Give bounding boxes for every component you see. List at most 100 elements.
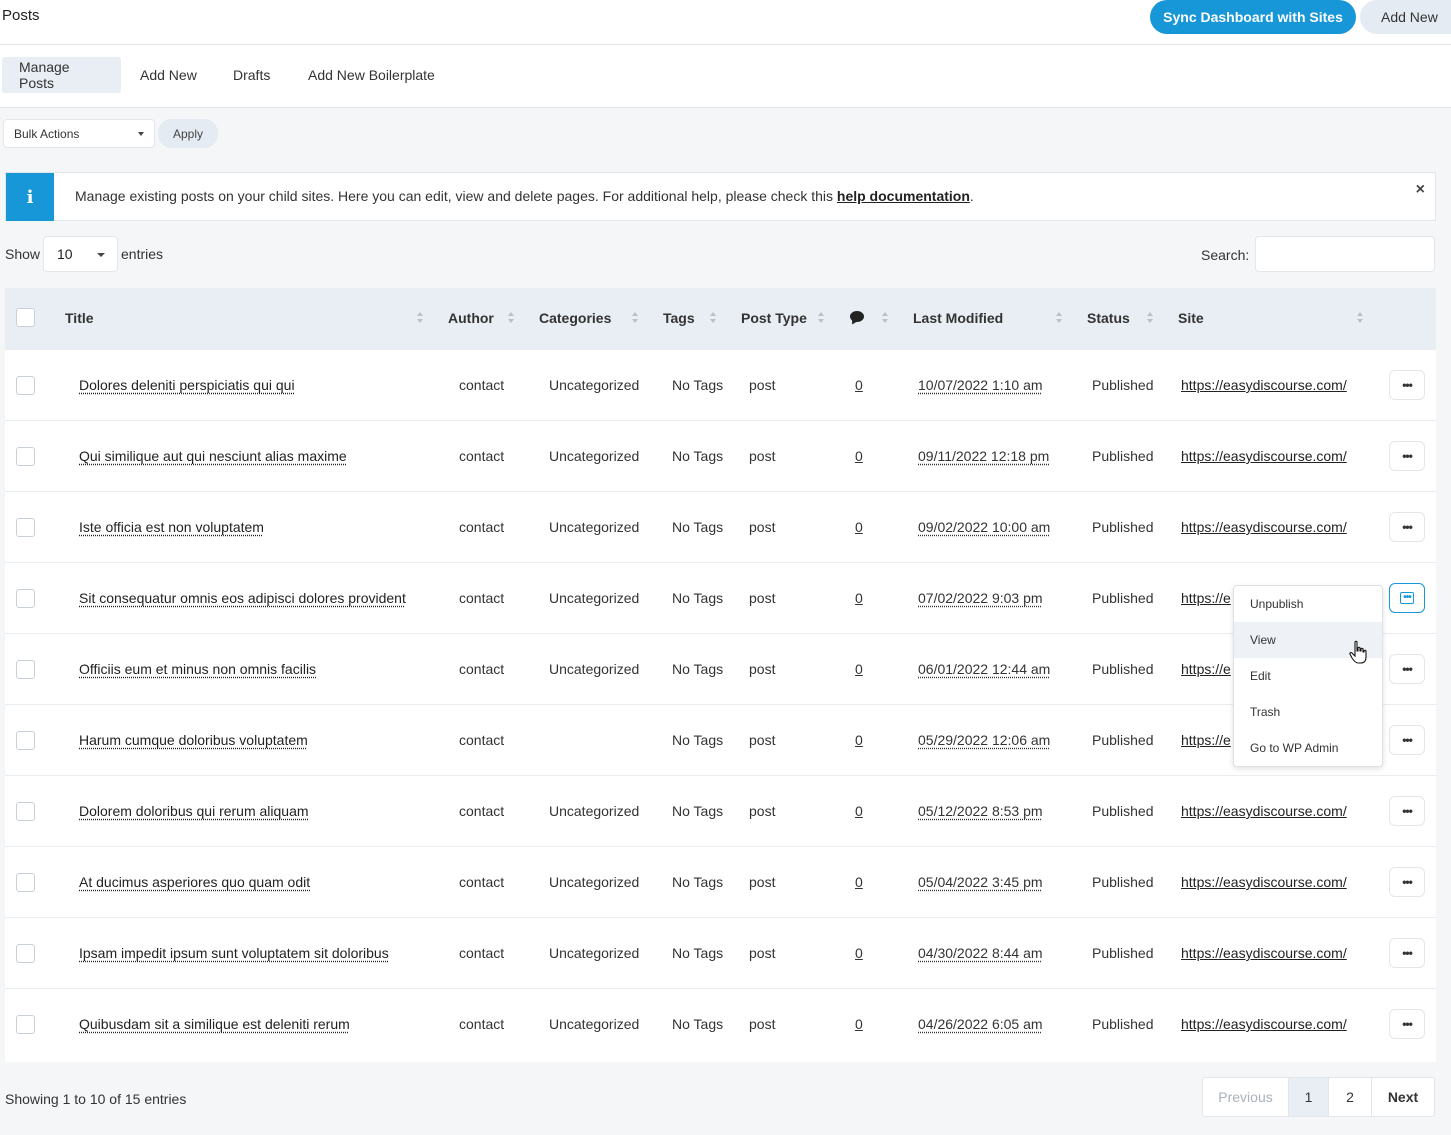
post-tags: No Tags	[672, 874, 724, 890]
column-title[interactable]: Title	[65, 310, 94, 326]
site-link[interactable]: https://e	[1181, 661, 1231, 677]
post-author: contact	[459, 448, 505, 464]
entries-per-page-select[interactable]: 10	[43, 236, 118, 272]
tab-add-new[interactable]: Add New	[123, 57, 214, 93]
post-title-link[interactable]: Quibusdam sit a similique est deleniti r…	[79, 1016, 350, 1032]
info-notice: i Manage existing posts on your child si…	[5, 172, 1436, 221]
post-author: contact	[459, 803, 505, 819]
post-title-link[interactable]: Ipsam impedit ipsum sunt voluptatem sit …	[79, 945, 389, 961]
row-actions-button[interactable]: •••	[1389, 654, 1425, 684]
comment-count-link[interactable]: 0	[855, 803, 863, 819]
row-checkbox[interactable]	[16, 1015, 35, 1034]
sync-dashboard-button[interactable]: Sync Dashboard with Sites	[1150, 0, 1356, 34]
select-all-checkbox[interactable]	[16, 308, 35, 327]
sort-icon[interactable]	[417, 312, 423, 324]
comment-count-link[interactable]: 0	[855, 874, 863, 890]
caret-down-icon	[97, 253, 105, 257]
site-link[interactable]: https://easydiscourse.com/	[1181, 1016, 1347, 1032]
row-checkbox[interactable]	[16, 376, 35, 395]
hand-pointer-icon	[1349, 640, 1367, 664]
site-link[interactable]: https://easydiscourse.com/	[1181, 803, 1347, 819]
comment-count-link[interactable]: 0	[855, 945, 863, 961]
site-link[interactable]: https://e	[1181, 590, 1231, 606]
sort-icon[interactable]	[632, 312, 638, 324]
post-title-link[interactable]: Dolorem doloribus qui rerum aliquam	[79, 803, 309, 819]
row-checkbox[interactable]	[16, 944, 35, 963]
post-title-link[interactable]: Iste officia est non voluptatem	[79, 519, 264, 535]
comment-count-link[interactable]: 0	[855, 377, 863, 393]
next-page-button[interactable]: Next	[1372, 1078, 1434, 1116]
row-actions-menu: Unpublish View Edit Trash Go to WP Admin	[1233, 585, 1383, 767]
post-title-link[interactable]: At ducimus asperiores quo quam odit	[79, 874, 310, 890]
sort-icon[interactable]	[1056, 312, 1062, 324]
column-tags[interactable]: Tags	[663, 310, 695, 326]
row-checkbox[interactable]	[16, 518, 35, 537]
row-actions-button[interactable]: •••	[1389, 725, 1425, 755]
comment-count-link[interactable]: 0	[855, 448, 863, 464]
menu-item-trash[interactable]: Trash	[1234, 694, 1382, 730]
row-checkbox[interactable]	[16, 731, 35, 750]
menu-item-go-to-wp-admin[interactable]: Go to WP Admin	[1234, 730, 1382, 766]
post-title-link[interactable]: Sit consequatur omnis eos adipisci dolor…	[79, 590, 406, 606]
sort-icon[interactable]	[818, 312, 824, 324]
post-tags: No Tags	[672, 377, 724, 393]
page-2-button[interactable]: 2	[1329, 1078, 1372, 1116]
row-checkbox[interactable]	[16, 873, 35, 892]
comment-count-link[interactable]: 0	[855, 732, 863, 748]
site-link[interactable]: https://e	[1181, 732, 1231, 748]
row-checkbox[interactable]	[16, 589, 35, 608]
comment-count-link[interactable]: 0	[855, 590, 863, 606]
post-title-link[interactable]: Officiis eum et minus non omnis facilis	[79, 661, 316, 677]
sort-icon[interactable]	[1357, 312, 1363, 324]
row-checkbox[interactable]	[16, 660, 35, 679]
post-title-link[interactable]: Harum cumque doloribus voluptatem	[79, 732, 308, 748]
row-actions-button[interactable]: •••	[1389, 441, 1425, 471]
column-status[interactable]: Status	[1087, 310, 1130, 326]
site-link[interactable]: https://easydiscourse.com/	[1181, 377, 1347, 393]
sort-icon[interactable]	[710, 312, 716, 324]
page-1-button[interactable]: 1	[1289, 1078, 1329, 1116]
site-link[interactable]: https://easydiscourse.com/	[1181, 448, 1347, 464]
sort-icon[interactable]	[882, 312, 888, 324]
row-actions-button[interactable]: •••	[1389, 512, 1425, 542]
help-documentation-link[interactable]: help documentation	[837, 188, 970, 204]
post-status: Published	[1092, 732, 1154, 748]
row-checkbox[interactable]	[16, 802, 35, 821]
row-checkbox[interactable]	[16, 447, 35, 466]
column-post-type[interactable]: Post Type	[741, 310, 807, 326]
post-title-link[interactable]: Dolores deleniti perspiciatis qui qui	[79, 377, 295, 393]
column-categories[interactable]: Categories	[539, 310, 611, 326]
apply-button[interactable]: Apply	[158, 119, 218, 148]
column-author[interactable]: Author	[448, 310, 494, 326]
comment-icon[interactable]	[850, 311, 864, 322]
sort-icon[interactable]	[508, 312, 514, 324]
site-link[interactable]: https://easydiscourse.com/	[1181, 874, 1347, 890]
row-actions-button[interactable]: •••	[1389, 796, 1425, 826]
previous-page-button[interactable]: Previous	[1203, 1078, 1289, 1116]
post-tags: No Tags	[672, 661, 724, 677]
site-link[interactable]: https://easydiscourse.com/	[1181, 945, 1347, 961]
comment-count-link[interactable]: 0	[855, 519, 863, 535]
tab-add-new-boilerplate[interactable]: Add New Boilerplate	[291, 57, 452, 93]
search-input[interactable]	[1255, 236, 1435, 272]
row-actions-button[interactable]: •••	[1389, 583, 1425, 613]
tab-drafts[interactable]: Drafts	[216, 57, 287, 93]
comment-count-link[interactable]: 0	[855, 1016, 863, 1032]
column-last-modified[interactable]: Last Modified	[913, 310, 1003, 326]
row-actions-button[interactable]: •••	[1389, 1009, 1425, 1039]
add-new-button[interactable]: Add New	[1360, 0, 1451, 34]
post-status: Published	[1092, 519, 1154, 535]
row-actions-button[interactable]: •••	[1389, 867, 1425, 897]
column-site[interactable]: Site	[1178, 310, 1204, 326]
search-label: Search:	[1201, 247, 1250, 263]
sort-icon[interactable]	[1147, 312, 1153, 324]
bulk-actions-select[interactable]: Bulk Actions	[3, 119, 155, 148]
row-actions-button[interactable]: •••	[1389, 370, 1425, 400]
row-actions-button[interactable]: •••	[1389, 938, 1425, 968]
post-title-link[interactable]: Qui similique aut qui nesciunt alias max…	[79, 448, 347, 464]
site-link[interactable]: https://easydiscourse.com/	[1181, 519, 1347, 535]
tab-manage-posts[interactable]: Manage Posts	[2, 57, 121, 93]
menu-item-unpublish[interactable]: Unpublish	[1234, 586, 1382, 622]
comment-count-link[interactable]: 0	[855, 661, 863, 677]
close-icon[interactable]: ×	[1416, 181, 1425, 199]
